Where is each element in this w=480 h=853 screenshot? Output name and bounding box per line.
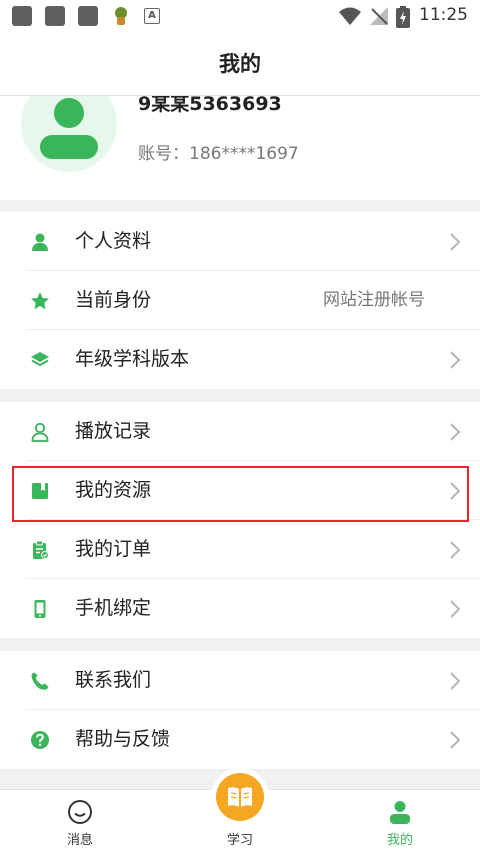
person-icon [32,233,48,251]
section-divider [0,638,480,651]
phone-icon [34,599,46,618]
avatar[interactable] [21,96,117,172]
menu-item-label: 我的订单 [75,538,152,560]
menu-item-label: 联系我们 [75,669,152,691]
user-icon [390,801,410,824]
tab-label: 消息 [66,833,93,848]
wifi-icon [339,7,361,25]
menu-item-my-orders[interactable]: 我的订单 [0,520,480,579]
page-title: 我的 [219,52,261,76]
tab-study[interactable]: 学习 [160,768,320,853]
a-notification-icon: A [144,8,160,24]
menu-item-label: 年级学科版本 [75,348,190,370]
smile-icon [68,800,92,824]
menu-item-label: 当前身份 [75,289,152,311]
menu-item-label: 播放记录 [75,420,152,442]
help-icon [31,730,49,749]
layers-icon [31,351,49,366]
menu-item-grade-subject[interactable]: 年级学科版本 [0,330,480,389]
menu-item-label: 我的资源 [75,479,152,501]
section-divider [0,200,480,212]
book-icon [32,482,48,499]
notification-icon [78,6,98,26]
menu-item-phone-binding[interactable]: 手机绑定 [0,579,480,638]
notification-icon [45,6,65,26]
menu-item-identity[interactable]: 当前身份 网站注册帐号 [0,271,480,330]
notification-icon [12,6,32,26]
chevron-right-icon [450,599,460,618]
star-icon [31,291,49,309]
menu-item-contact-us[interactable]: 联系我们 [0,651,480,710]
chevron-right-icon [450,671,460,690]
tab-messages[interactable]: 消息 [0,790,160,853]
tab-label: 我的 [386,833,413,848]
bottom-tab-bar: 消息 学习 我的 [0,768,480,853]
section-divider [0,389,480,402]
tab-label: 学习 [226,833,253,848]
identity-value: 网站注册帐号 [323,290,425,310]
no-signal-icon [370,7,388,25]
username: 9某某5363693 [138,96,282,115]
menu-item-label: 帮助与反馈 [75,728,171,750]
app-notification-icon [115,7,127,25]
battery-icon [396,6,410,28]
clipboard-icon [33,540,49,559]
menu-item-label: 手机绑定 [75,597,152,619]
account-number: 账号：186****1697 [138,144,299,164]
chevron-right-icon [450,422,460,441]
page-header: 我的 [0,33,480,96]
person-outline-icon [31,422,49,442]
menu-item-label: 个人资料 [75,230,152,252]
menu-item-help-feedback[interactable]: 帮助与反馈 [0,710,480,769]
status-bar: A 11:25 [0,0,480,33]
chevron-right-icon [450,481,460,500]
open-book-icon [228,787,252,807]
call-icon [31,672,49,690]
chevron-right-icon [450,232,460,251]
menu-item-profile[interactable]: 个人资料 [0,212,480,271]
chevron-right-icon [450,540,460,559]
status-time: 11:25 [419,5,468,25]
profile-section[interactable]: 9某某5363693 账号：186****1697 [0,96,480,200]
user-avatar-icon [40,98,98,159]
menu-item-play-history[interactable]: 播放记录 [0,402,480,461]
tab-mine[interactable]: 我的 [320,790,480,853]
chevron-right-icon [450,730,460,749]
menu-item-my-resources[interactable]: 我的资源 [0,461,480,520]
study-button[interactable] [211,768,269,826]
chevron-right-icon [450,350,460,369]
